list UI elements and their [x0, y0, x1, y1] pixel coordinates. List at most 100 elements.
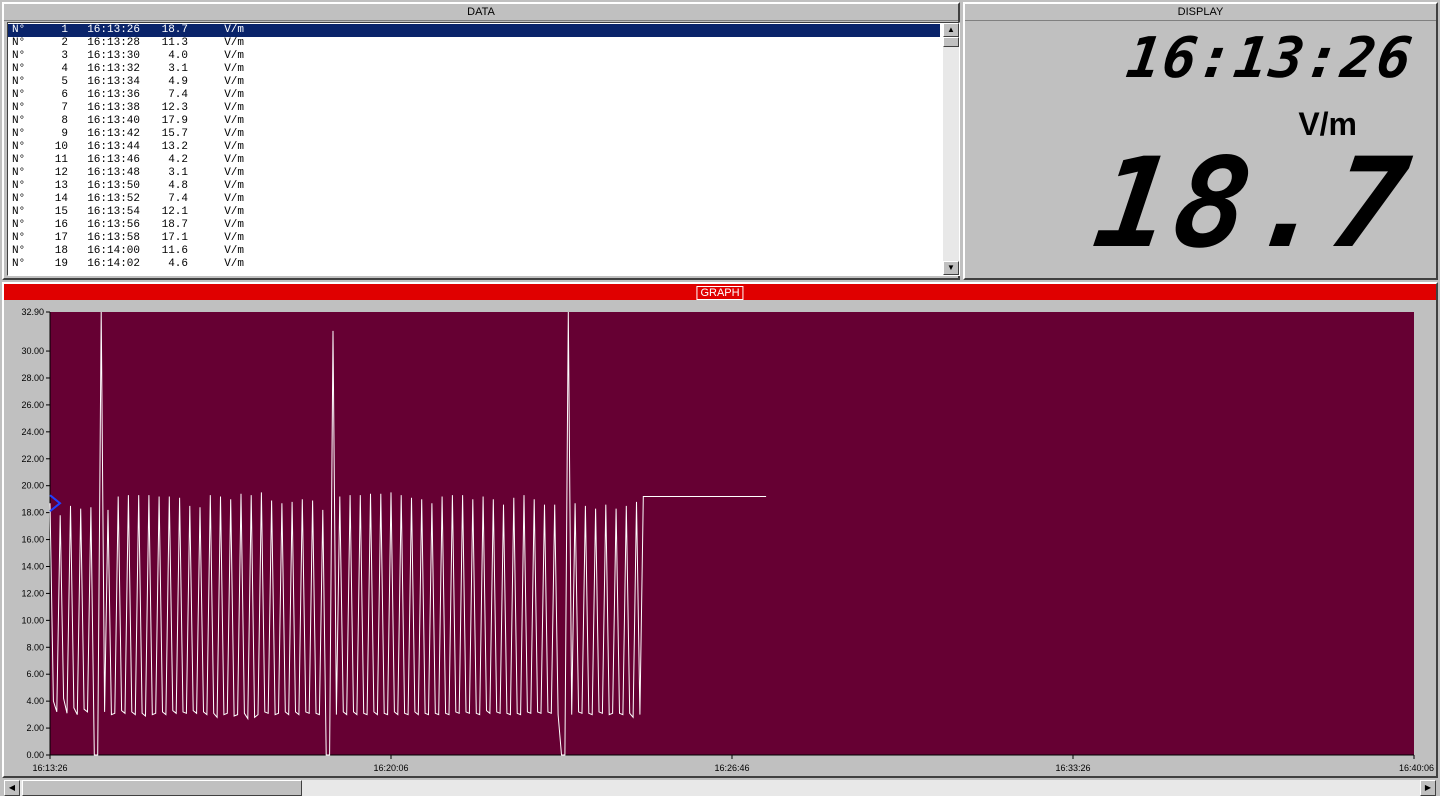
data-list-scrollbar[interactable]: ▲ ▼ — [943, 23, 959, 275]
list-cell-unit: V/m — [224, 50, 244, 62]
list-cell-time: 16:13:54 — [87, 206, 140, 218]
list-cell-idx: 16 — [54, 219, 68, 231]
list-cell-idx: 8 — [61, 115, 68, 127]
list-item[interactable]: N° 7 16:13:38 12.3 V/m — [8, 102, 940, 115]
list-item[interactable]: N° 16 16:13:56 18.7 V/m — [8, 219, 940, 232]
graph-header: GRAPH — [4, 284, 1436, 300]
list-cell-idx: 12 — [54, 167, 68, 179]
list-cell-unit: V/m — [224, 115, 244, 127]
list-cell-value: 4.0 — [168, 50, 188, 62]
list-cell-idx: 14 — [54, 193, 68, 205]
data-panel-title: DATA — [4, 4, 958, 21]
list-cell-unit: V/m — [224, 193, 244, 205]
list-item[interactable]: N° 5 16:13:34 4.9 V/m — [8, 76, 940, 89]
list-cell-unit: V/m — [224, 258, 244, 270]
list-cell-value: 12.1 — [161, 206, 188, 218]
list-cell-n: N° — [12, 76, 26, 88]
list-cell-n: N° — [12, 245, 26, 257]
list-item[interactable]: N° 13 16:13:50 4.8 V/m — [8, 180, 940, 193]
y-tick-label: 22.00 — [21, 454, 44, 464]
list-cell-unit: V/m — [224, 102, 244, 114]
list-cell-n: N° — [12, 154, 26, 166]
list-cell-value: 4.6 — [168, 258, 188, 270]
horizontal-scroll-thumb[interactable] — [22, 780, 302, 796]
data-panel: DATA N° 1 16:13:26 18.7 V/m N° 2 16:13:28 11.3 V/… — [2, 2, 960, 280]
list-cell-time: 16:13:58 — [87, 232, 140, 244]
list-cell-unit: V/m — [224, 206, 244, 218]
x-tick-label: 16:40:06 — [1399, 763, 1434, 773]
scroll-up-arrow-icon[interactable]: ▲ — [943, 23, 959, 37]
list-cell-value: 11.3 — [161, 37, 188, 49]
list-cell-time: 16:13:46 — [87, 154, 140, 166]
x-tick-label: 16:33:26 — [1055, 763, 1090, 773]
list-cell-value: 3.1 — [168, 63, 188, 75]
list-item[interactable]: N° 2 16:13:28 11.3 V/m — [8, 37, 940, 50]
list-cell-idx: 19 — [54, 258, 68, 270]
y-tick-label: 10.00 — [21, 615, 44, 625]
y-tick-label: 16.00 — [21, 535, 44, 545]
list-cell-idx: 13 — [54, 180, 68, 192]
list-item[interactable]: N° 6 16:13:36 7.4 V/m — [8, 89, 940, 102]
list-item[interactable]: N° 9 16:13:42 15.7 V/m — [8, 128, 940, 141]
list-cell-value: 18.7 — [161, 24, 188, 36]
list-cell-value: 17.9 — [161, 115, 188, 127]
list-cell-time: 16:14:02 — [87, 258, 140, 270]
list-item[interactable]: N° 14 16:13:52 7.4 V/m — [8, 193, 940, 206]
y-tick-label: 26.00 — [21, 400, 44, 410]
display-panel: DISPLAY 16:13:26 V/m 18.7 — [963, 2, 1438, 280]
list-cell-time: 16:13:36 — [87, 89, 140, 101]
list-cell-unit: V/m — [224, 232, 244, 244]
list-item[interactable]: N° 8 16:13:40 17.9 V/m — [8, 115, 940, 128]
graph-horizontal-scrollbar[interactable]: ◀ ▶ — [4, 780, 1436, 796]
list-cell-idx: 1 — [61, 24, 68, 36]
x-tick-label: 16:20:06 — [373, 763, 408, 773]
list-item[interactable]: N° 1 16:13:26 18.7 V/m — [8, 24, 940, 37]
list-cell-idx: 6 — [61, 89, 68, 101]
list-cell-n: N° — [12, 128, 26, 140]
data-list-rows: N° 1 16:13:26 18.7 V/m N° 2 16:13:28 11.3 V/m N° 3 1… — [8, 24, 940, 271]
list-cell-n: N° — [12, 141, 26, 153]
list-cell-n: N° — [12, 50, 26, 62]
scroll-thumb[interactable] — [943, 37, 959, 47]
list-cell-unit: V/m — [224, 24, 244, 36]
graph-panel: GRAPH 0.00 2.00 4.00 6.00 8.00 10.00 12.00 14.0… — [2, 282, 1438, 778]
list-item[interactable]: N° 19 16:14:02 4.6 V/m — [8, 258, 940, 271]
list-cell-n: N° — [12, 258, 26, 270]
list-item[interactable]: N° 11 16:13:46 4.2 V/m — [8, 154, 940, 167]
scroll-left-arrow-icon[interactable]: ◀ — [4, 780, 20, 796]
list-cell-unit: V/m — [224, 167, 244, 179]
y-tick-label: 28.00 — [21, 373, 44, 383]
graph-chart[interactable]: 0.00 2.00 4.00 6.00 8.00 10.00 12.00 14.00 16.00… — [4, 300, 1436, 776]
list-cell-time: 16:13:28 — [87, 37, 140, 49]
list-cell-idx: 9 — [61, 128, 68, 140]
list-item[interactable]: N° 17 16:13:58 17.1 V/m — [8, 232, 940, 245]
list-cell-time: 16:13:32 — [87, 63, 140, 75]
list-item[interactable]: N° 3 16:13:30 4.0 V/m — [8, 50, 940, 63]
list-cell-time: 16:13:50 — [87, 180, 140, 192]
list-cell-time: 16:13:56 — [87, 219, 140, 231]
graph-title: GRAPH — [696, 286, 744, 300]
list-cell-n: N° — [12, 180, 26, 192]
list-cell-value: 11.6 — [161, 245, 188, 257]
list-item[interactable]: N° 18 16:14:00 11.6 V/m — [8, 245, 940, 258]
data-list[interactable]: N° 1 16:13:26 18.7 V/m N° 2 16:13:28 11.3 V/m N° 3 1… — [7, 22, 960, 276]
list-item[interactable]: N° 15 16:13:54 12.1 V/m — [8, 206, 940, 219]
display-panel-title: DISPLAY — [965, 4, 1436, 21]
list-cell-idx: 10 — [54, 141, 68, 153]
list-cell-unit: V/m — [224, 180, 244, 192]
list-cell-time: 16:14:00 — [87, 245, 140, 257]
list-cell-time: 16:13:30 — [87, 50, 140, 62]
y-tick-label: 2.00 — [26, 723, 44, 733]
list-item[interactable]: N° 12 16:13:48 3.1 V/m — [8, 167, 940, 180]
list-cell-n: N° — [12, 102, 26, 114]
list-cell-value: 7.4 — [168, 193, 188, 205]
list-cell-n: N° — [12, 63, 26, 75]
list-cell-unit: V/m — [224, 37, 244, 49]
y-tick-label: 20.00 — [21, 481, 44, 491]
x-tick-label: 16:13:26 — [32, 763, 67, 773]
list-cell-value: 4.9 — [168, 76, 188, 88]
scroll-right-arrow-icon[interactable]: ▶ — [1420, 780, 1436, 796]
list-cell-idx: 17 — [54, 232, 68, 244]
list-item[interactable]: N° 4 16:13:32 3.1 V/m — [8, 63, 940, 76]
list-item[interactable]: N° 10 16:13:44 13.2 V/m — [8, 141, 940, 154]
